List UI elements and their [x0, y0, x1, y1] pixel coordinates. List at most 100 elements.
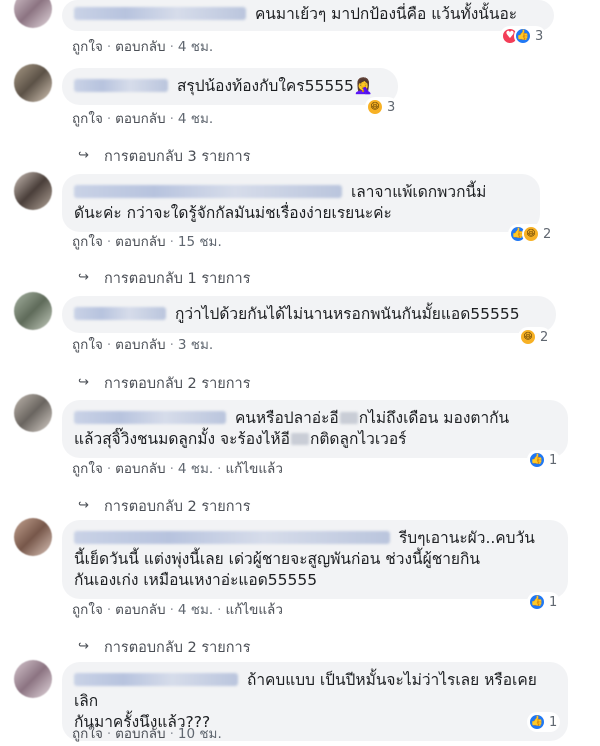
reaction-count: 1 — [549, 594, 558, 610]
comment-text-line-3: กันเองเก่ง เหมือนเหงาอ่ะแอด55555 — [74, 571, 318, 589]
replies-count-label: การตอบกลับ 3 รายการ — [104, 149, 251, 165]
reply-link[interactable]: ตอบกลับ — [115, 234, 165, 250]
reaction-summary[interactable]: 👍 😆 2 — [508, 224, 555, 244]
timestamp[interactable]: 15 ชม. — [178, 234, 222, 250]
reply-arrow-icon: ↪ — [78, 639, 89, 654]
timestamp[interactable]: 4 ชม. — [178, 602, 213, 618]
avatar[interactable] — [14, 660, 52, 698]
comment-text: สรุปน้องท้องกับใคร55555🤦‍♀️ — [176, 77, 374, 95]
author-name-blurred[interactable] — [74, 307, 166, 320]
reaction-count: 1 — [549, 714, 558, 730]
like-link[interactable]: ถูกใจ — [72, 39, 103, 55]
comment-text-line-2: นี้เย็ดวันนี้ แต่งพุ่งนี้เลย เด่วผู้ชายจ… — [74, 550, 480, 568]
redacted-word — [339, 412, 358, 424]
reaction-summary[interactable]: ♥ 👍 3 — [500, 26, 547, 46]
reply-arrow-icon: ↪ — [78, 148, 89, 163]
view-replies-link[interactable]: ↪ การตอบกลับ 2 รายการ — [78, 636, 251, 659]
reaction-summary[interactable]: 😆 3 — [365, 97, 399, 117]
reply-arrow-icon: ↪ — [78, 375, 89, 390]
reaction-summary[interactable]: 😆 2 — [518, 327, 552, 347]
comment-bubble: เลาจาแพ้เดกพวกนี้ม่ ดันะค่ะ กว่าจะใดรู้จ… — [62, 174, 540, 232]
author-name-blurred[interactable] — [74, 531, 390, 544]
comment-text: คนมาเย้วๆ มาปกป้องนี่คือ แว้นทั้งนั้นอะ — [254, 5, 518, 23]
reaction-summary[interactable]: 👍 1 — [527, 592, 561, 612]
author-name-blurred[interactable] — [74, 185, 342, 198]
reply-arrow-icon: ↪ — [78, 270, 89, 285]
replies-count-label: การตอบกลับ 2 รายการ — [104, 376, 251, 392]
reaction-count: 1 — [549, 452, 558, 468]
like-icon: 👍 — [528, 713, 546, 731]
like-icon: 👍 — [514, 27, 532, 45]
comment-actions: ถูกใจ · ตอบกลับ · 3 ชม. — [72, 337, 214, 353]
comment-actions: ถูกใจ · ตอบกลับ · 4 ชม. — [72, 111, 214, 127]
haha-icon: 😆 — [522, 225, 540, 243]
reaction-count: 3 — [535, 28, 544, 44]
avatar[interactable] — [14, 518, 52, 556]
reply-link[interactable]: ตอบกลับ — [115, 726, 165, 742]
timestamp[interactable]: 4 ชม. — [178, 39, 213, 55]
avatar[interactable] — [14, 0, 52, 28]
reply-link[interactable]: ตอบกลับ — [115, 461, 165, 477]
comment-text-line-2a: แล้วสุจิ๊วิงชนมดลูกมั้ง จะร้องไห้อี — [74, 430, 290, 448]
avatar[interactable] — [14, 292, 52, 330]
edited-label[interactable]: แก้ไขแล้ว — [225, 602, 282, 618]
view-replies-link[interactable]: ↪ การตอบกลับ 1 รายการ — [78, 267, 251, 290]
comment-actions: ถูกใจ · ตอบกลับ · 4 ชม. · แก้ไขแล้ว — [72, 602, 283, 618]
replies-count-label: การตอบกลับ 2 รายการ — [104, 640, 251, 656]
like-link[interactable]: ถูกใจ — [72, 726, 103, 742]
comment-actions: ถูกใจ · ตอบกลับ · 4 ชม. · แก้ไขแล้ว — [72, 461, 283, 477]
author-name-blurred[interactable] — [74, 7, 246, 20]
comment-bubble: คนหรือปลาอ่ะอี กไม่ถึงเดือน มองตากัน แล้ว… — [62, 400, 568, 458]
comment-text-line-1: เลาจาแพ้เดกพวกนี้ม่ — [350, 183, 487, 201]
reply-arrow-icon: ↪ — [78, 498, 89, 513]
like-link[interactable]: ถูกใจ — [72, 111, 103, 127]
comment-bubble: กูว่าไปด้วยกันได้ไม่นานหรอกพนันกันมั้ยแอ… — [62, 296, 556, 333]
avatar[interactable] — [14, 394, 52, 432]
reaction-count: 3 — [387, 99, 396, 115]
timestamp[interactable]: 10 ชม. — [178, 726, 222, 742]
comment-actions: ถูกใจ · ตอบกลับ · 4 ชม. — [72, 39, 214, 55]
reaction-summary[interactable]: 👍 1 — [527, 450, 561, 470]
comment-text: กูว่าไปด้วยกันได้ไม่นานหรอกพนันกันมั้ยแอ… — [174, 305, 520, 323]
author-name-blurred[interactable] — [74, 411, 226, 424]
author-name-blurred[interactable] — [74, 673, 238, 686]
like-icon: 👍 — [528, 451, 546, 469]
avatar[interactable] — [14, 64, 52, 102]
like-link[interactable]: ถูกใจ — [72, 234, 103, 250]
reply-link[interactable]: ตอบกลับ — [115, 39, 165, 55]
view-replies-link[interactable]: ↪ การตอบกลับ 2 รายการ — [78, 495, 251, 518]
comment-text-line-2b: กติดลูกไวเวอร์ — [309, 430, 407, 448]
like-link[interactable]: ถูกใจ — [72, 337, 103, 353]
view-replies-link[interactable]: ↪ การตอบกลับ 2 รายการ — [78, 372, 251, 395]
replies-count-label: การตอบกลับ 2 รายการ — [104, 499, 251, 515]
reply-link[interactable]: ตอบกลับ — [115, 111, 165, 127]
timestamp[interactable]: 3 ชม. — [178, 337, 213, 353]
reaction-summary[interactable]: 👍 1 — [527, 712, 561, 732]
reply-link[interactable]: ตอบกลับ — [115, 337, 165, 353]
avatar[interactable] — [14, 172, 52, 210]
like-link[interactable]: ถูกใจ — [72, 461, 103, 477]
haha-icon: 😆 — [519, 328, 537, 346]
comment-bubble: สรุปน้องท้องกับใคร55555🤦‍♀️ — [62, 68, 398, 105]
comment-text-line-2: ดันะค่ะ กว่าจะใดรู้จักกัลมันม่ชเรื่องง่า… — [74, 204, 392, 222]
comment-bubble: คนมาเย้วๆ มาปกป้องนี่คือ แว้นทั้งนั้นอะ — [62, 0, 554, 31]
reaction-count: 2 — [540, 329, 549, 345]
comment-actions: ถูกใจ · ตอบกลับ · 15 ชม. — [72, 234, 222, 250]
comment-bubble: รีบๆเอานะผัว..คบวัน นี้เย็ดวันนี้ แต่งพุ… — [62, 520, 568, 599]
reply-link[interactable]: ตอบกลับ — [115, 602, 165, 618]
comment-text-line-1: รีบๆเอานะผัว..คบวัน — [398, 529, 535, 547]
timestamp[interactable]: 4 ชม. — [178, 111, 213, 127]
redacted-word — [290, 433, 309, 445]
author-name-blurred[interactable] — [74, 79, 168, 92]
comment-actions: ถูกใจ · ตอบกลับ · 10 ชม. — [72, 726, 222, 742]
like-icon: 👍 — [528, 593, 546, 611]
haha-icon: 😆 — [366, 98, 384, 116]
reaction-count: 2 — [543, 226, 552, 242]
like-link[interactable]: ถูกใจ — [72, 602, 103, 618]
timestamp[interactable]: 4 ชม. — [178, 461, 213, 477]
view-replies-link[interactable]: ↪ การตอบกลับ 3 รายการ — [78, 145, 251, 168]
comment-text-line-1a: คนหรือปลาอ่ะอี — [234, 409, 339, 427]
replies-count-label: การตอบกลับ 1 รายการ — [104, 271, 251, 287]
edited-label[interactable]: แก้ไขแล้ว — [225, 461, 282, 477]
comment-text-line-1b: กไม่ถึงเดือน มองตากัน — [358, 409, 510, 427]
